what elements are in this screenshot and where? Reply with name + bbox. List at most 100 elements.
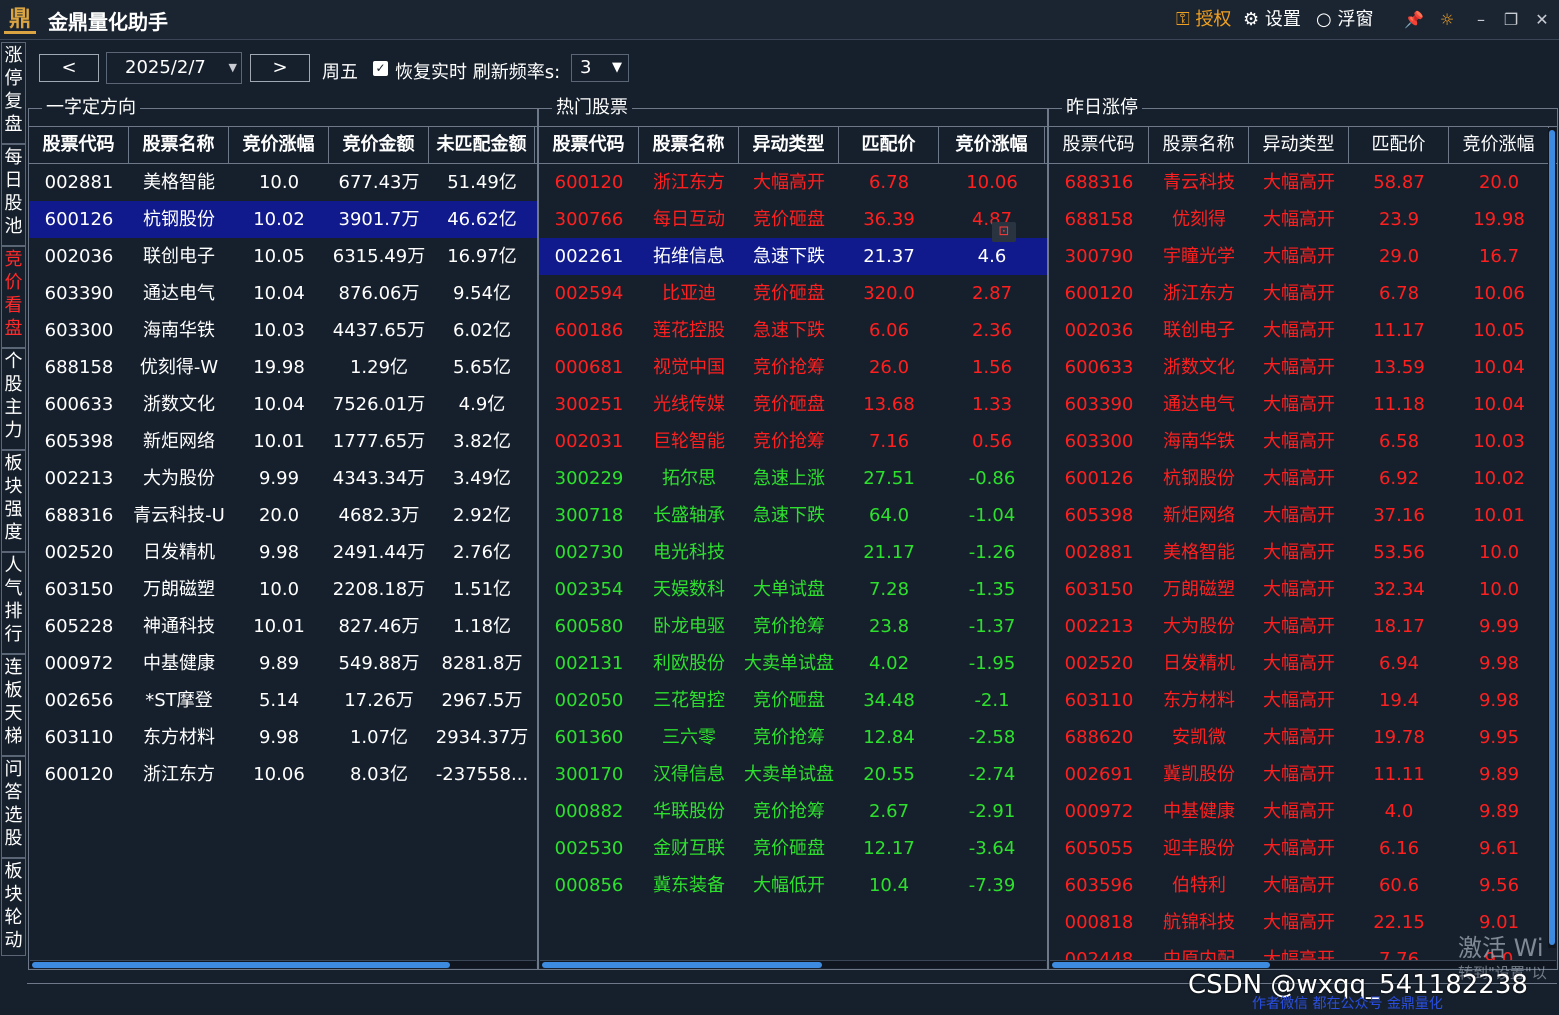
table-row[interactable]: 688316 青云科技 大幅高开 58.87 20.0 bbox=[1049, 164, 1557, 201]
table-row[interactable]: 688158 优刻得 大幅高开 23.9 19.98 bbox=[1049, 201, 1557, 238]
table-row[interactable]: 002691 冀凯股份 大幅高开 11.11 9.89 bbox=[1049, 756, 1557, 793]
table-row[interactable]: 605055 迎丰股份 大幅高开 6.16 9.61 bbox=[1049, 830, 1557, 867]
table-row[interactable]: 002656 *ST摩登 5.14 17.26万 2967.5万 bbox=[29, 682, 537, 719]
settings-button[interactable]: ⚙ 设置 bbox=[1243, 9, 1301, 31]
table-row[interactable]: 601360 三六零 竞价抢筹 12.84 -2.58 bbox=[539, 719, 1047, 756]
column-header[interactable]: 股票代码 bbox=[539, 127, 639, 163]
table-row[interactable]: 605398 新炬网络 大幅高开 37.16 10.01 bbox=[1049, 497, 1557, 534]
column-header[interactable]: 异动类型 bbox=[739, 127, 839, 163]
table-row[interactable]: 600580 卧龙电驱 竞价抢筹 23.8 -1.37 bbox=[539, 608, 1047, 645]
scrollbar-thumb[interactable] bbox=[1549, 130, 1555, 945]
nav-item-7[interactable]: 问答选股 bbox=[1, 756, 26, 858]
table-row[interactable]: 002036 联创电子 大幅高开 11.17 10.05 bbox=[1049, 312, 1557, 349]
table-body[interactable]: 688316 青云科技 大幅高开 58.87 20.0 688158 优刻得 大幅高开 23.9… bbox=[1049, 164, 1557, 964]
nav-item-6[interactable]: 连板天梯 bbox=[1, 654, 26, 756]
next-day-button[interactable]: > bbox=[250, 54, 310, 82]
table-row[interactable]: 600633 浙数文化 10.04 7526.01万 4.9亿 bbox=[29, 386, 537, 423]
table-row[interactable]: 603150 万朗磁塑 大幅高开 32.34 10.0 bbox=[1049, 571, 1557, 608]
table-row[interactable]: 600126 杭钢股份 10.02 3901.7万 46.62亿 bbox=[29, 201, 537, 238]
table-body[interactable]: 600120 浙江东方 大幅高开 6.78 10.06 300766 每日互动 竞价砸盘 36.… bbox=[539, 164, 1047, 904]
table-row[interactable]: 002036 联创电子 10.05 6315.49万 16.97亿 bbox=[29, 238, 537, 275]
column-header[interactable]: 股票代码 bbox=[1049, 127, 1149, 163]
table-row[interactable]: 000882 华联股份 竞价抢筹 2.67 -2.91 bbox=[539, 793, 1047, 830]
table-row[interactable]: 603150 万朗磁塑 10.0 2208.18万 1.51亿 bbox=[29, 571, 537, 608]
column-header[interactable]: 股票名称 bbox=[639, 127, 739, 163]
table-row[interactable]: 002881 美格智能 10.0 677.43万 51.49亿 bbox=[29, 164, 537, 201]
table-row[interactable]: 603300 海南华铁 10.03 4437.65万 6.02亿 bbox=[29, 312, 537, 349]
column-header[interactable]: 竞价涨幅 bbox=[939, 127, 1045, 163]
horizontal-scrollbar[interactable] bbox=[30, 960, 536, 968]
column-header[interactable]: 股票名称 bbox=[1149, 127, 1249, 163]
nav-item-3[interactable]: 个股主力 bbox=[1, 348, 26, 450]
table-row[interactable]: 002594 比亚迪 竞价砸盘 320.0 2.87 bbox=[539, 275, 1047, 312]
nav-item-0[interactable]: 涨停复盘 bbox=[1, 42, 26, 144]
horizontal-scrollbar[interactable] bbox=[540, 960, 1046, 968]
column-header[interactable]: 匹配价 bbox=[839, 127, 939, 163]
table-row[interactable]: 300718 长盛轴承 急速下跌 64.0 -1.04 bbox=[539, 497, 1047, 534]
table-row[interactable]: 600120 浙江东方 大幅高开 6.78 10.06 bbox=[1049, 275, 1557, 312]
pin-icon[interactable]: 📌 bbox=[1403, 9, 1425, 31]
nav-item-2[interactable]: 竞价看盘 bbox=[1, 246, 26, 348]
table-row[interactable]: 603596 伯特利 大幅高开 60.6 9.56 bbox=[1049, 867, 1557, 904]
column-header[interactable]: 竞价金额 bbox=[329, 127, 429, 163]
scrollbar-thumb[interactable] bbox=[1052, 962, 1270, 968]
table-row[interactable]: 300229 拓尔思 急速上涨 27.51 -0.86 bbox=[539, 460, 1047, 497]
table-row[interactable]: 000856 冀东装备 大幅低开 10.4 -7.39 bbox=[539, 867, 1047, 904]
minimize-icon[interactable]: – bbox=[1470, 9, 1492, 31]
table-row[interactable]: 002520 日发精机 9.98 2491.44万 2.76亿 bbox=[29, 534, 537, 571]
table-row[interactable]: 002730 电光科技 21.17 -1.26 bbox=[539, 534, 1047, 571]
table-row[interactable]: 603390 通达电气 大幅高开 11.18 10.04 bbox=[1049, 386, 1557, 423]
refresh-freq-select[interactable]: 3 ▼ bbox=[571, 54, 629, 82]
table-row[interactable]: 002354 天娱数科 大单试盘 7.28 -1.35 bbox=[539, 571, 1047, 608]
column-header[interactable]: 股票代码 bbox=[29, 127, 129, 163]
column-header[interactable]: 股票名称 bbox=[129, 127, 229, 163]
column-header[interactable]: 竞价涨幅 bbox=[229, 127, 329, 163]
nav-item-8[interactable]: 板块轮动 bbox=[1, 858, 26, 956]
column-header[interactable]: 匹配价 bbox=[1349, 127, 1449, 163]
table-row[interactable]: 603110 东方材料 9.98 1.07亿 2934.37万 bbox=[29, 719, 537, 756]
table-row[interactable]: 600126 杭钢股份 大幅高开 6.92 10.02 bbox=[1049, 460, 1557, 497]
table-row[interactable]: 002213 大为股份 大幅高开 18.17 9.99 bbox=[1049, 608, 1557, 645]
scrollbar-thumb[interactable] bbox=[32, 962, 450, 968]
table-row[interactable]: 002520 日发精机 大幅高开 6.94 9.98 bbox=[1049, 645, 1557, 682]
sun-icon[interactable]: ☼ bbox=[1436, 9, 1458, 31]
prev-day-button[interactable]: < bbox=[39, 54, 99, 82]
table-row[interactable]: 300170 汉得信息 大卖单试盘 20.55 -2.74 bbox=[539, 756, 1047, 793]
table-row[interactable]: 605228 神通科技 10.01 827.46万 1.18亿 bbox=[29, 608, 537, 645]
nav-item-4[interactable]: 板块强度 bbox=[1, 450, 26, 552]
table-row[interactable]: 000972 中基健康 大幅高开 4.0 9.89 bbox=[1049, 793, 1557, 830]
table-row[interactable]: 300251 光线传媒 竞价砸盘 13.68 1.33 bbox=[539, 386, 1047, 423]
table-row[interactable]: 002530 金财互联 竞价砸盘 12.17 -3.64 bbox=[539, 830, 1047, 867]
close-icon[interactable]: ✕ bbox=[1531, 9, 1553, 31]
table-row[interactable]: 603390 通达电气 10.04 876.06万 9.54亿 bbox=[29, 275, 537, 312]
restore-icon[interactable]: ❐ bbox=[1500, 9, 1522, 31]
footer-link[interactable]: 作者微信 都在公众号 金鼎量化 bbox=[1252, 993, 1443, 1013]
vertical-scrollbar[interactable] bbox=[1548, 128, 1556, 948]
table-row[interactable]: 688316 青云科技-U 20.0 4682.3万 2.92亿 bbox=[29, 497, 537, 534]
table-row[interactable]: 000681 视觉中国 竞价抢筹 26.0 1.56 bbox=[539, 349, 1047, 386]
column-header[interactable]: 竞价涨幅 bbox=[1449, 127, 1549, 163]
column-header[interactable]: 未匹配金额 bbox=[429, 127, 535, 163]
table-row[interactable]: 600120 浙江东方 大幅高开 6.78 10.06 bbox=[539, 164, 1047, 201]
table-row[interactable]: 603300 海南华铁 大幅高开 6.58 10.03 bbox=[1049, 423, 1557, 460]
table-row[interactable]: 688158 优刻得-W 19.98 1.29亿 5.65亿 bbox=[29, 349, 537, 386]
nav-item-5[interactable]: 人气排行 bbox=[1, 552, 26, 654]
table-row[interactable]: 002031 巨轮智能 竞价抢筹 7.16 0.56 bbox=[539, 423, 1047, 460]
float-window-button[interactable]: ○ 浮窗 bbox=[1316, 9, 1373, 31]
table-row[interactable]: 002131 利欧股份 大卖单试盘 4.02 -1.95 bbox=[539, 645, 1047, 682]
authorize-button[interactable]: ⚿ 授权 bbox=[1176, 9, 1231, 31]
date-picker[interactable]: 2025/2/7 ▼ bbox=[106, 52, 242, 84]
table-row[interactable]: 605398 新炬网络 10.01 1777.65万 3.82亿 bbox=[29, 423, 537, 460]
table-row[interactable]: 002881 美格智能 大幅高开 53.56 10.0 bbox=[1049, 534, 1557, 571]
table-row[interactable]: 002213 大为股份 9.99 4343.34万 3.49亿 bbox=[29, 460, 537, 497]
table-row[interactable]: 600633 浙数文化 大幅高开 13.59 10.04 bbox=[1049, 349, 1557, 386]
table-row[interactable]: 000972 中基健康 9.89 549.88万 8281.8万 bbox=[29, 645, 537, 682]
table-row[interactable]: 603110 东方材料 大幅高开 19.4 9.98 bbox=[1049, 682, 1557, 719]
table-row[interactable]: 688620 安凯微 大幅高开 19.78 9.95 bbox=[1049, 719, 1557, 756]
table-body[interactable]: 002881 美格智能 10.0 677.43万 51.49亿 600126 杭钢股份 10.… bbox=[29, 164, 537, 793]
table-row[interactable]: 300766 每日互动 竞价砸盘 36.39 4.87 bbox=[539, 201, 1047, 238]
column-header[interactable]: 异动类型 bbox=[1249, 127, 1349, 163]
table-row[interactable]: 002261 拓维信息 急速下跌 21.37 4.6 bbox=[539, 238, 1047, 275]
table-row[interactable]: 002050 三花智控 竞价砸盘 34.48 -2.1 bbox=[539, 682, 1047, 719]
scrollbar-thumb[interactable] bbox=[542, 962, 822, 968]
